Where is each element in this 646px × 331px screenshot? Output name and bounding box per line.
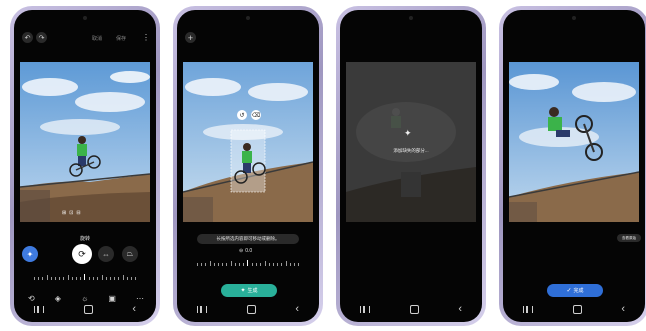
phone-screen: 查看原始 ✓ 完成 ‹ (503, 10, 645, 322)
compare-label: 查看原始 (622, 235, 636, 240)
recent-apps-icon[interactable] (33, 305, 44, 313)
angle-icon: ⊖ (239, 248, 244, 254)
hint-toast: 长按所选内容即可移动或删除。 (197, 234, 299, 244)
bmx-photo-result (509, 62, 639, 222)
done-button[interactable]: ✓ 完成 (547, 284, 603, 297)
sparkle-icon: ✦ (404, 128, 412, 138)
home-icon[interactable] (83, 304, 93, 314)
angle-readout: ⊖ 0.0 (239, 248, 252, 254)
cancel-button[interactable]: 取消 (92, 35, 102, 42)
photo-canvas-dimmed (346, 62, 476, 222)
save-button[interactable]: 保存 (116, 35, 126, 42)
generate-button[interactable]: ✦ 生成 (221, 284, 277, 297)
back-icon[interactable]: ‹ (458, 303, 462, 315)
angle-ruler[interactable] (197, 260, 299, 266)
recent-apps-icon[interactable] (196, 305, 207, 313)
home-icon[interactable] (246, 304, 256, 314)
system-nav-bar: ‹ (503, 302, 645, 316)
auto-straighten-button[interactable]: ✦ (22, 246, 38, 262)
system-nav-bar: ‹ (177, 302, 319, 316)
front-camera (83, 16, 87, 20)
home-icon[interactable] (572, 304, 582, 314)
done-label: 完成 (573, 288, 584, 294)
add-button[interactable]: + (185, 32, 196, 43)
recent-apps-icon[interactable] (522, 305, 533, 313)
system-nav-bar: ‹ (340, 302, 482, 316)
front-camera (246, 16, 250, 20)
sparkle-icon: ✦ (240, 288, 246, 294)
recent-apps-icon[interactable] (359, 305, 370, 313)
photo-overlay-controls: ⊞⊡⊟ (62, 210, 84, 216)
phone-screen: ✦ 添加缺失的部分... ‹ (340, 10, 482, 322)
bmx-photo (20, 62, 150, 222)
perspective-button[interactable]: ⏢ (122, 246, 138, 262)
home-icon[interactable] (409, 304, 419, 314)
more-options-icon[interactable]: ⋮ (142, 32, 150, 43)
erase-selection-button[interactable]: ⌫ (251, 110, 261, 120)
compare-original-button[interactable]: 查看原始 (617, 234, 641, 242)
undo-button[interactable]: ↶ (22, 32, 33, 43)
redo-button[interactable]: ↷ (36, 32, 47, 43)
phone-edit-screen: ↶ ↷ 取消 保存 ⋮ ⊞⊡⊟ 旋转 ✦ ⟳ ⇔ ⏢ ⟲ ◈ ☼ ▣ ⋯ ‹ (10, 6, 160, 326)
bmx-photo (183, 62, 313, 222)
check-icon: ✓ (566, 288, 572, 294)
angle-value: 0.0 (245, 248, 253, 254)
angle-ruler[interactable] (34, 274, 136, 280)
flip-button[interactable]: ⇔ (98, 246, 114, 262)
generate-label: 生成 (247, 288, 258, 294)
phone-move-object-screen: + ↺ ⌫ 长按所选内容即可移动或删除。 ⊖ 0.0 ✦ 生成 ‹ (173, 6, 323, 326)
back-icon[interactable]: ‹ (295, 303, 299, 315)
rotate-button[interactable]: ⟳ (72, 244, 92, 264)
rotate-label: 旋转 (80, 236, 91, 242)
system-nav-bar: ‹ (14, 302, 156, 316)
dimmed-photo (346, 62, 476, 222)
result-photo[interactable] (509, 62, 639, 222)
phone-screen: + ↺ ⌫ 长按所选内容即可移动或删除。 ⊖ 0.0 ✦ 生成 ‹ (177, 10, 319, 322)
photo-canvas[interactable] (183, 62, 313, 222)
generating-status: 添加缺失的部分... (393, 148, 429, 153)
phone-screen: ↶ ↷ 取消 保存 ⋮ ⊞⊡⊟ 旋转 ✦ ⟳ ⇔ ⏢ ⟲ ◈ ☼ ▣ ⋯ ‹ (14, 10, 156, 322)
back-icon[interactable]: ‹ (132, 303, 136, 315)
hint-text: 长按所选内容即可移动或删除。 (216, 236, 280, 241)
front-camera (409, 16, 413, 20)
restore-selection-button[interactable]: ↺ (237, 110, 247, 120)
photo-canvas[interactable] (20, 62, 150, 222)
phone-generating-screen: ✦ 添加缺失的部分... ‹ (336, 6, 486, 326)
front-camera (572, 16, 576, 20)
back-icon[interactable]: ‹ (621, 303, 625, 315)
phone-result-screen: 查看原始 ✓ 完成 ‹ (499, 6, 646, 326)
